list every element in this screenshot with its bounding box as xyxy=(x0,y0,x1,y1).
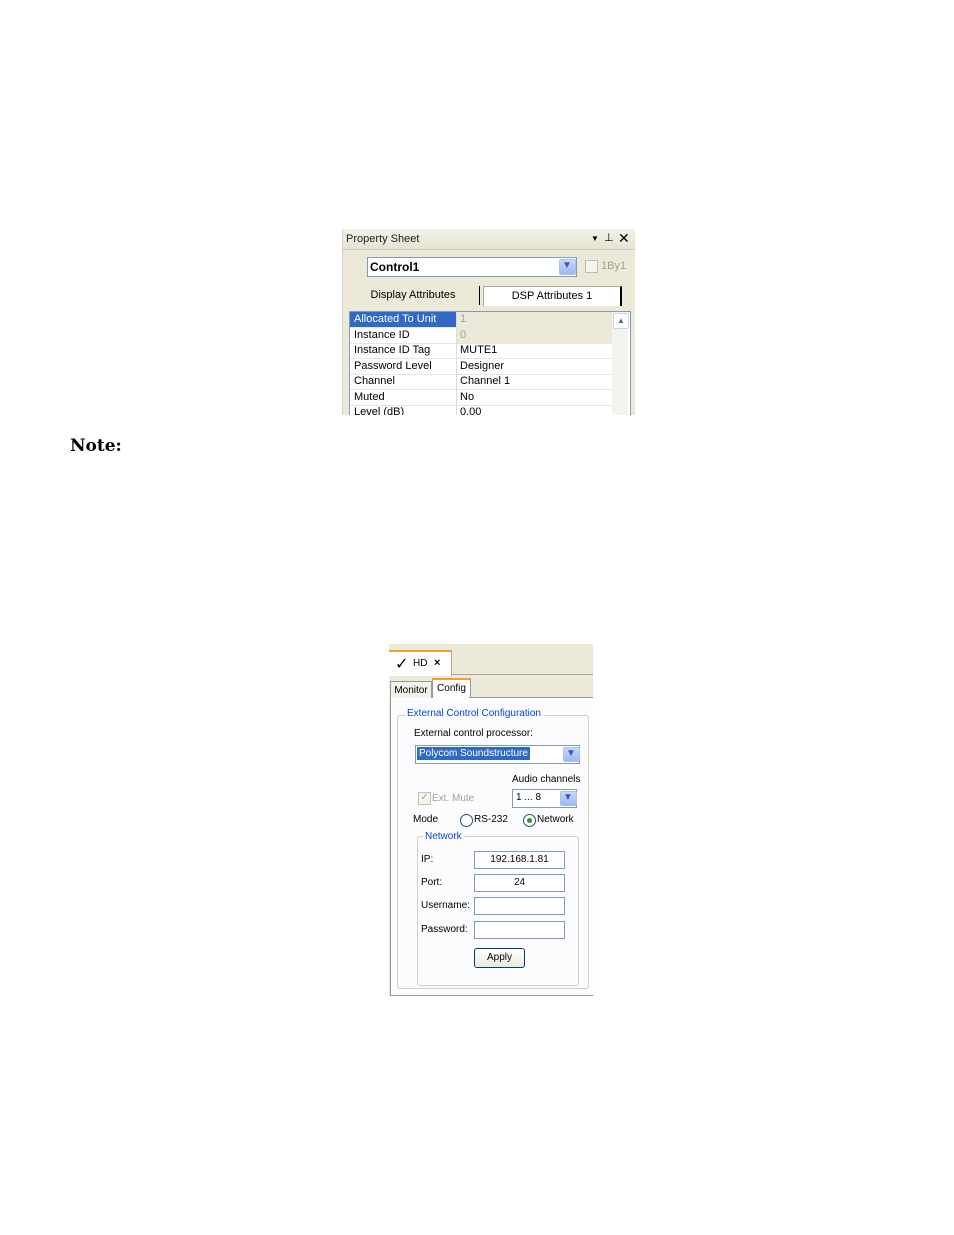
external-control-group-title: External Control Configuration xyxy=(405,708,543,719)
tab-display-attributes[interactable]: Display Attributes xyxy=(347,286,480,305)
network-group-title: Network xyxy=(423,831,464,842)
chevron-down-icon: ▼ xyxy=(563,792,573,803)
dropdown-arrow-icon[interactable]: ▼ xyxy=(591,234,599,243)
property-row[interactable]: Channel Channel 1 xyxy=(350,374,612,390)
property-key: Muted xyxy=(350,390,457,405)
config-body: External Control Configuration External … xyxy=(390,698,593,996)
scroll-up-icon[interactable]: ▲ xyxy=(613,313,629,329)
tab-hd[interactable]: ✓ HD × xyxy=(389,650,452,676)
password-label: Password: xyxy=(421,924,468,935)
tab-monitor[interactable]: Monitor xyxy=(390,681,432,699)
hd-config-panel: ✓ HD × Monitor Config External Control C… xyxy=(389,644,593,996)
mode-network-label: Network xyxy=(537,814,574,825)
pin-icon[interactable]: ⊥ xyxy=(604,231,614,244)
port-input[interactable]: 24 xyxy=(474,874,565,892)
property-row[interactable]: Muted No xyxy=(350,390,612,406)
property-grid: Allocated To Unit 1 Instance ID 0 Instan… xyxy=(349,311,631,415)
property-grid-scrollbar[interactable]: ▲ xyxy=(612,312,629,415)
property-row[interactable]: Instance ID Tag MUTE1 xyxy=(350,343,612,359)
tab-dsp-attributes[interactable]: DSP Attributes 1 xyxy=(483,286,622,306)
property-row[interactable]: Password Level Designer xyxy=(350,359,612,375)
close-icon[interactable]: ✕ xyxy=(618,230,630,247)
close-icon[interactable]: × xyxy=(434,657,440,669)
checkmark-icon: ✓ xyxy=(395,656,409,673)
chevron-down-icon: ▼ xyxy=(562,260,572,271)
mode-network-radio[interactable] xyxy=(523,814,536,827)
ext-mute-checkbox[interactable]: ✓ xyxy=(418,792,431,805)
property-value: MUTE1 xyxy=(460,344,498,356)
1by1-checkbox[interactable] xyxy=(585,260,598,273)
property-sheet-title: Property Sheet xyxy=(346,233,420,245)
username-label: Username: xyxy=(421,900,470,911)
document-tab-strip: ✓ HD × xyxy=(389,644,593,676)
ip-label: IP: xyxy=(421,854,434,865)
control-select-button[interactable]: ▼ xyxy=(559,259,576,275)
property-value: 0 xyxy=(457,328,614,343)
property-row[interactable]: Allocated To Unit 1 xyxy=(350,312,614,328)
property-key: Instance ID xyxy=(350,328,457,343)
audio-channels-label: Audio channels xyxy=(512,774,581,785)
property-key: Channel xyxy=(350,374,457,389)
processor-select-button[interactable]: ▼ xyxy=(563,747,580,762)
processor-label: External control processor: xyxy=(414,728,533,739)
property-value: Designer xyxy=(460,360,505,372)
property-key: Password Level xyxy=(350,359,457,374)
tab-config[interactable]: Config xyxy=(432,678,471,700)
password-input[interactable] xyxy=(474,921,565,939)
property-key: Instance ID Tag xyxy=(350,343,457,358)
audio-channels-button[interactable]: ▼ xyxy=(560,791,577,806)
audio-channels-select[interactable]: 1 ... 8 ▼ xyxy=(512,789,577,808)
1by1-label: 1By1 xyxy=(601,260,627,272)
property-value: 1 xyxy=(457,312,614,327)
tab-hd-label: HD xyxy=(413,658,428,669)
chevron-down-icon: ▼ xyxy=(566,748,576,759)
audio-channels-value: 1 ... 8 xyxy=(516,792,542,803)
note-label: Note: xyxy=(70,436,122,456)
property-key: Allocated To Unit xyxy=(350,312,457,327)
radio-selected-dot xyxy=(527,818,532,823)
property-value: No xyxy=(460,391,475,403)
property-value: 0.00 xyxy=(460,406,482,415)
control-select[interactable]: Control1 ▼ xyxy=(367,257,577,277)
property-row[interactable]: Level (dB) 0.00 xyxy=(350,405,612,415)
port-label: Port: xyxy=(421,877,443,888)
processor-select-value: Polycom Soundstructure xyxy=(417,747,530,760)
property-key: Level (dB) xyxy=(350,405,457,415)
property-row[interactable]: Instance ID 0 xyxy=(350,328,614,344)
mode-label: Mode xyxy=(413,814,439,825)
username-input[interactable] xyxy=(474,897,565,915)
apply-button[interactable]: Apply xyxy=(474,948,525,968)
ip-input[interactable]: 192.168.1.81 xyxy=(474,851,565,869)
processor-select[interactable]: Polycom Soundstructure ▼ xyxy=(415,745,580,764)
property-sheet-panel: Property Sheet ▼ ⊥ ✕ Control1 ▼ 1By1 Dis… xyxy=(342,229,635,415)
mode-rs232-label: RS-232 xyxy=(474,814,508,825)
control-select-value: Control1 xyxy=(370,260,420,274)
mode-rs232-radio[interactable] xyxy=(460,814,473,827)
ext-mute-label: Ext. Mute xyxy=(432,793,475,804)
property-value: Channel 1 xyxy=(460,375,511,387)
property-sheet-titlebar: Property Sheet ▼ ⊥ ✕ xyxy=(343,229,635,250)
